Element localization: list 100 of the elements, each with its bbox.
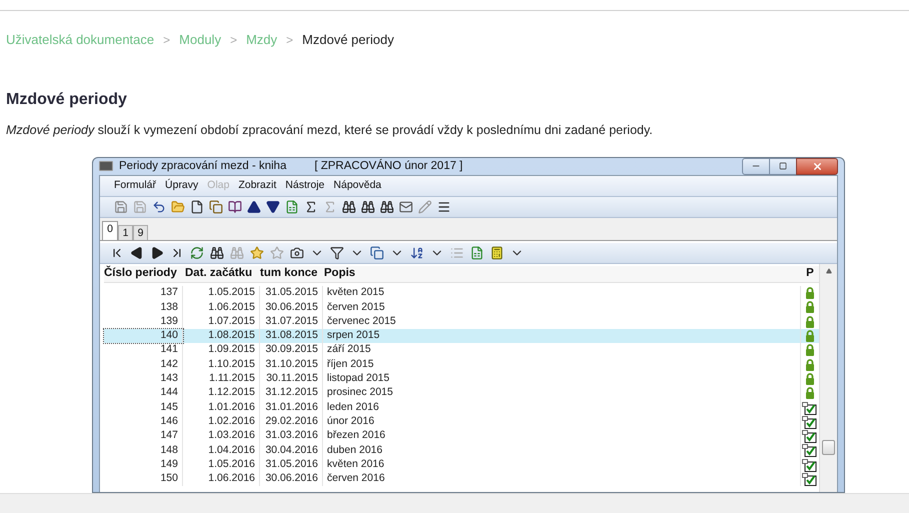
table-cell: 31.05.2016: [260, 458, 323, 472]
previous-icon[interactable]: [130, 246, 144, 260]
undo-icon[interactable]: [152, 200, 166, 214]
table-cell: 140: [104, 328, 183, 344]
table-row[interactable]: 145 1.01.2016 31.01.2016 leden 2016: [104, 400, 819, 415]
table-cell: leden 2016: [323, 400, 801, 415]
calculator-icon[interactable]: [490, 246, 504, 260]
search-icon[interactable]: [342, 200, 356, 214]
sum-icon[interactable]: [304, 200, 318, 214]
camera-icon[interactable]: [290, 246, 304, 260]
table-cell: duben 2016: [323, 443, 801, 458]
table-row[interactable]: 141 1.09.2015 30.09.2015 září 2015: [104, 343, 819, 358]
table-cell: 1.08.2015: [183, 328, 260, 344]
menu-item[interactable]: Nápověda: [334, 178, 382, 194]
binoculars-icon[interactable]: [380, 200, 394, 214]
table-row[interactable]: 150 1.06.2016 30.06.2016 červen 2016: [104, 472, 819, 486]
table-cell: 144: [104, 386, 183, 400]
table-cell: 31.12.2015: [260, 386, 323, 400]
scroll-up-icon[interactable]: [826, 268, 832, 274]
scroll-thumb[interactable]: [822, 440, 835, 455]
sort-icon[interactable]: [410, 246, 424, 260]
arrow-down-icon[interactable]: [266, 200, 280, 214]
table-cell: 31.05.2015: [260, 286, 323, 300]
table-row[interactable]: 144 1.12.2015 31.12.2015 prosinec 2015: [104, 386, 819, 400]
table-row[interactable]: 146 1.02.2016 29.02.2016 únor 2016: [104, 414, 819, 429]
tab[interactable]: 1: [118, 225, 133, 240]
table-cell: srpen 2015: [323, 328, 801, 344]
table-row[interactable]: 138 1.06.2015 30.06.2015 červen 2015: [104, 300, 819, 315]
table-cell: červen 2015: [323, 300, 801, 315]
star-icon[interactable]: [250, 246, 264, 260]
scrollbar[interactable]: [819, 264, 837, 492]
spreadsheet-icon[interactable]: [285, 200, 299, 214]
maximize-icon: [779, 162, 787, 170]
binoculars-icon[interactable]: [361, 200, 375, 214]
menu-item[interactable]: Úpravy: [165, 178, 198, 194]
table-cell: 137: [104, 286, 183, 300]
table-row[interactable]: 147 1.03.2016 31.03.2016 březen 2016: [104, 428, 819, 444]
table-cell: 30.06.2016: [260, 472, 323, 486]
table-cell: březen 2016: [323, 428, 801, 444]
window-title: Periody zpracování mezd - kniha: [119, 158, 286, 174]
close-button[interactable]: [796, 158, 838, 175]
table-cell: 138: [104, 300, 183, 315]
menu-item[interactable]: Zobrazit: [238, 178, 276, 194]
table-cell: 31.08.2015: [260, 328, 323, 344]
filter-icon[interactable]: [330, 246, 344, 260]
column-header[interactable]: Dat. začátku: [183, 265, 260, 283]
table-cell: 1.12.2015: [183, 386, 260, 400]
column-header[interactable]: Popis: [323, 265, 801, 283]
copy-icon[interactable]: [209, 200, 223, 214]
save-icon[interactable]: [114, 200, 128, 214]
table-cell: 1.01.2016: [183, 400, 260, 415]
document-icon[interactable]: [190, 200, 204, 214]
tab[interactable]: 9: [133, 225, 148, 240]
table-cell: květen 2015: [323, 286, 801, 300]
table-cell: 31.03.2016: [260, 428, 323, 444]
column-header[interactable]: Číslo periody: [104, 265, 183, 283]
table-row[interactable]: 140 1.08.2015 31.08.2015 srpen 2015: [104, 328, 819, 344]
mail-icon[interactable]: [399, 200, 413, 214]
table-cell: 145: [104, 400, 183, 415]
spreadsheet-icon[interactable]: [470, 246, 484, 260]
breadcrumb-separator: >: [286, 32, 294, 48]
table-cell: listopad 2015: [323, 372, 801, 386]
table-cell: prosinec 2015: [323, 386, 801, 400]
book-icon[interactable]: [228, 200, 242, 214]
table-row[interactable]: 137 1.05.2015 31.05.2015 květen 2015: [104, 286, 819, 300]
star-icon[interactable]: [270, 246, 284, 260]
table-cell: 31.01.2016: [260, 400, 323, 415]
breadcrumb-separator: >: [230, 32, 238, 48]
folder-icon[interactable]: [171, 200, 185, 214]
table-row[interactable]: 142 1.10.2015 31.10.2015 říjen 2015: [104, 357, 819, 372]
table-cell: 1.05.2015: [183, 286, 260, 300]
table-row[interactable]: 148 1.04.2016 30.04.2016 duben 2016: [104, 443, 819, 458]
table-row[interactable]: 143 1.11.2015 30.11.2015 listopad 2015: [104, 372, 819, 386]
menu-icon[interactable]: [437, 200, 451, 214]
table-row[interactable]: 149 1.05.2016 31.05.2016 květen 2016: [104, 458, 819, 472]
table-cell: 1.06.2016: [183, 472, 260, 486]
close-icon: [812, 160, 822, 172]
column-header[interactable]: tum konce: [260, 265, 323, 283]
table-cell: 149: [104, 458, 183, 472]
table-cell: 143: [104, 372, 183, 386]
menu-item[interactable]: Nástroje: [285, 178, 325, 194]
table-cell: 29.02.2016: [260, 414, 323, 429]
refresh-icon[interactable]: [190, 246, 204, 260]
window-status: [ ZPRACOVÁNO únor 2017 ]: [314, 158, 463, 174]
menu-item[interactable]: Formulář: [114, 178, 156, 194]
next-icon[interactable]: [150, 246, 164, 260]
column-header[interactable]: P: [801, 265, 819, 283]
maximize-button[interactable]: [770, 158, 796, 175]
table-cell: 31.10.2015: [260, 357, 323, 372]
table-cell: 30.04.2016: [260, 443, 323, 458]
minimize-button[interactable]: [742, 158, 770, 175]
table-cell: 1.05.2016: [183, 458, 260, 472]
table-cell: 30.11.2015: [260, 372, 323, 386]
table-cell: 1.10.2015: [183, 357, 260, 372]
search-icon[interactable]: [210, 246, 224, 260]
arrow-up-icon[interactable]: [247, 200, 261, 214]
table-cell: 146: [104, 414, 183, 429]
tab[interactable]: 0: [102, 221, 118, 240]
breadcrumb-separator: >: [163, 32, 170, 48]
table-cell: únor 2016: [323, 414, 801, 429]
